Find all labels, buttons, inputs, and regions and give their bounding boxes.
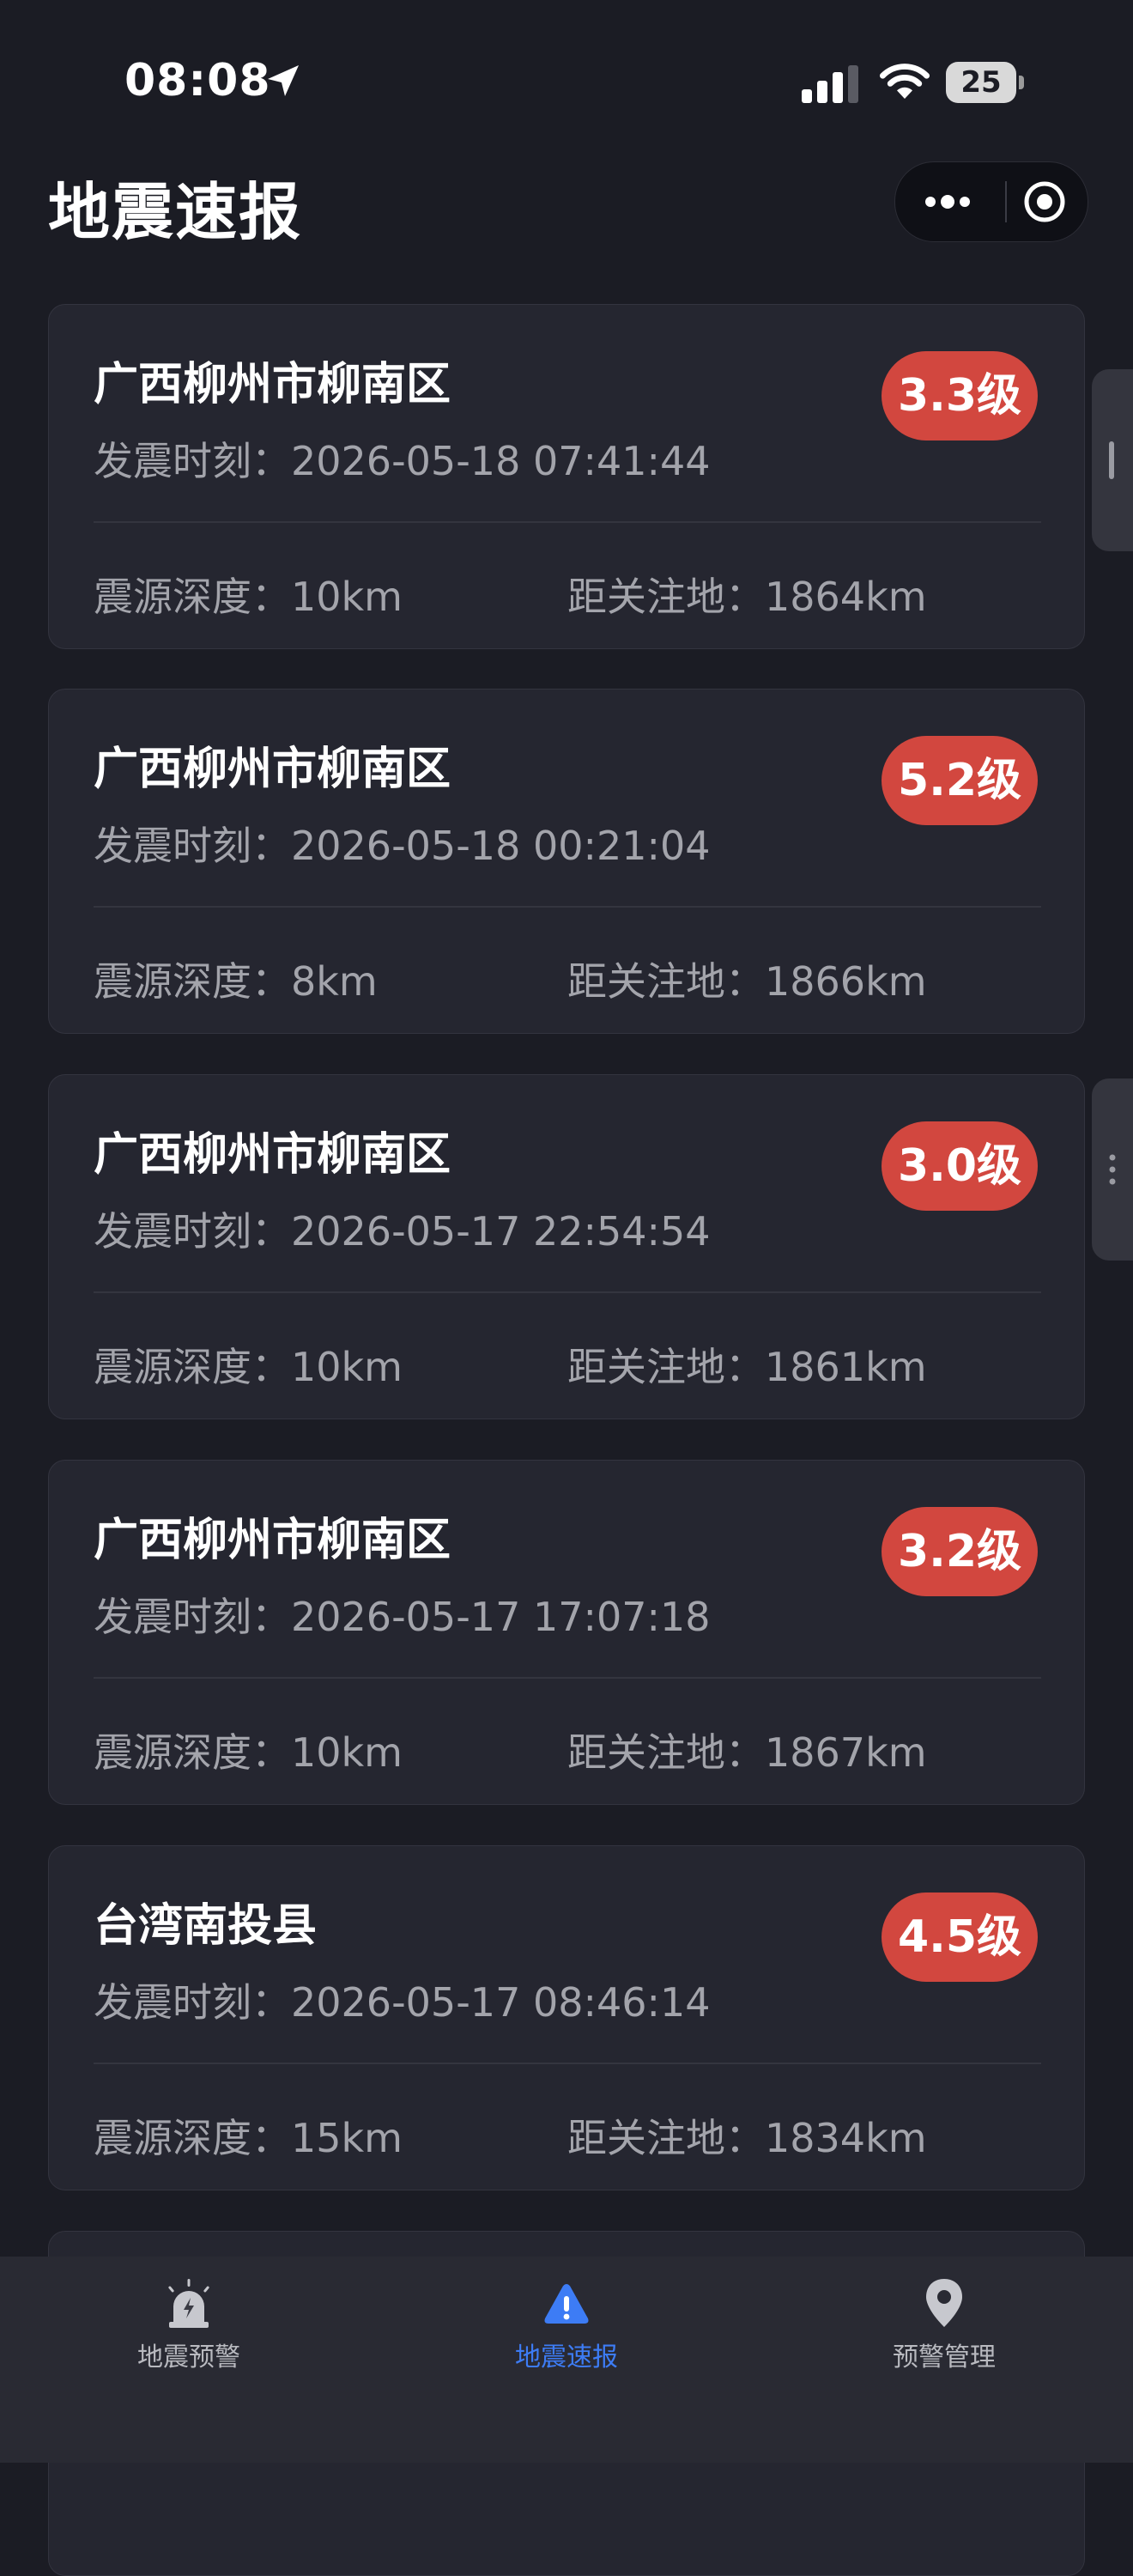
- card-location: 广西柳州市柳南区: [94, 1129, 451, 1181]
- close-miniprogram-button[interactable]: [1007, 162, 1088, 241]
- card-time: 发震时刻：2026-05-18 07:41:44: [94, 438, 711, 484]
- wifi-icon: [880, 64, 930, 99]
- battery-tip: [1019, 76, 1024, 89]
- battery-indicator: 25: [946, 62, 1025, 103]
- card-divider: [94, 1291, 1041, 1293]
- location-pin-icon: [926, 2279, 962, 2327]
- vertical-dots-icon: [1109, 1154, 1116, 1185]
- side-menu-handle[interactable]: [1092, 1078, 1133, 1261]
- card-location: 广西柳州市柳南区: [94, 359, 451, 410]
- nav-item-earthquake-warning[interactable]: 地震预警: [0, 2257, 378, 2463]
- card-location: 广西柳州市柳南区: [94, 1515, 451, 1566]
- nav-item-warning-management[interactable]: 预警管理: [755, 2257, 1133, 2463]
- card-depth: 震源深度：10km: [94, 1729, 403, 1776]
- nav-item-earthquake-report[interactable]: 地震速报: [378, 2257, 755, 2463]
- page-title: 地震速报: [48, 176, 303, 248]
- nav-label: 地震速报: [515, 2342, 618, 2372]
- nav-label: 预警管理: [893, 2342, 996, 2372]
- more-dots-icon: [925, 195, 970, 209]
- magnitude-badge: 4.5级: [882, 1893, 1038, 1982]
- card-depth: 震源深度：15km: [94, 2115, 403, 2161]
- earthquake-card[interactable]: 广西柳州市柳南区 发震时刻：2026-05-17 22:54:54 3.0级 震…: [48, 1074, 1085, 1419]
- card-time: 发震时刻：2026-05-18 00:21:04: [94, 823, 711, 869]
- side-drag-handle[interactable]: [1092, 369, 1133, 551]
- card-distance: 距关注地：1834km: [567, 2115, 927, 2161]
- magnitude-badge: 3.2级: [882, 1507, 1038, 1596]
- warning-alert-icon: [544, 2284, 589, 2324]
- handle-bar-icon: [1109, 441, 1114, 479]
- location-arrow-icon: [268, 65, 299, 96]
- card-time: 发震时刻：2026-05-17 17:07:18: [94, 1594, 711, 1640]
- card-location: 台湾南投县: [94, 1900, 318, 1952]
- card-time: 发震时刻：2026-05-17 22:54:54: [94, 1208, 711, 1255]
- earthquake-card[interactable]: 台湾南投县 发震时刻：2026-05-17 08:46:14 4.5级 震源深度…: [48, 1845, 1085, 2190]
- card-distance: 距关注地：1864km: [567, 574, 927, 620]
- card-distance: 距关注地：1867km: [567, 1729, 927, 1776]
- status-time: 08:08: [124, 55, 271, 106]
- card-depth: 震源深度：10km: [94, 574, 403, 620]
- card-depth: 震源深度：10km: [94, 1344, 403, 1390]
- card-distance: 距关注地：1861km: [567, 1344, 927, 1390]
- target-circle-icon: [1024, 181, 1065, 222]
- card-location: 广西柳州市柳南区: [94, 744, 451, 795]
- card-divider: [94, 1677, 1041, 1679]
- cellular-signal-icon: [802, 65, 858, 103]
- card-divider: [94, 906, 1041, 908]
- card-depth: 震源深度：8km: [94, 958, 378, 1005]
- nav-label: 地震预警: [137, 2342, 240, 2372]
- card-divider: [94, 521, 1041, 523]
- magnitude-badge: 3.3级: [882, 351, 1038, 440]
- magnitude-badge: 3.0级: [882, 1121, 1038, 1211]
- card-time: 发震时刻：2026-05-17 08:46:14: [94, 1979, 711, 2026]
- card-distance: 距关注地：1866km: [567, 958, 927, 1005]
- status-bar: 08:08 25: [0, 0, 1133, 155]
- magnitude-badge: 5.2级: [882, 736, 1038, 825]
- alarm-siren-icon: [168, 2279, 209, 2328]
- earthquake-card[interactable]: 广西柳州市柳南区 发震时刻：2026-05-17 17:07:18 3.2级 震…: [48, 1460, 1085, 1805]
- battery-level: 25: [960, 65, 1002, 100]
- bottom-nav: 地震预警 地震速报 预警管理: [0, 2257, 1133, 2463]
- mini-program-capsule: [894, 161, 1088, 242]
- earthquake-card[interactable]: 广西柳州市柳南区 发震时刻：2026-05-18 07:41:44 3.3级 震…: [48, 304, 1085, 649]
- card-divider: [94, 2063, 1041, 2064]
- more-button[interactable]: [895, 162, 991, 241]
- earthquake-card[interactable]: 广西柳州市柳南区 发震时刻：2026-05-18 00:21:04 5.2级 震…: [48, 689, 1085, 1034]
